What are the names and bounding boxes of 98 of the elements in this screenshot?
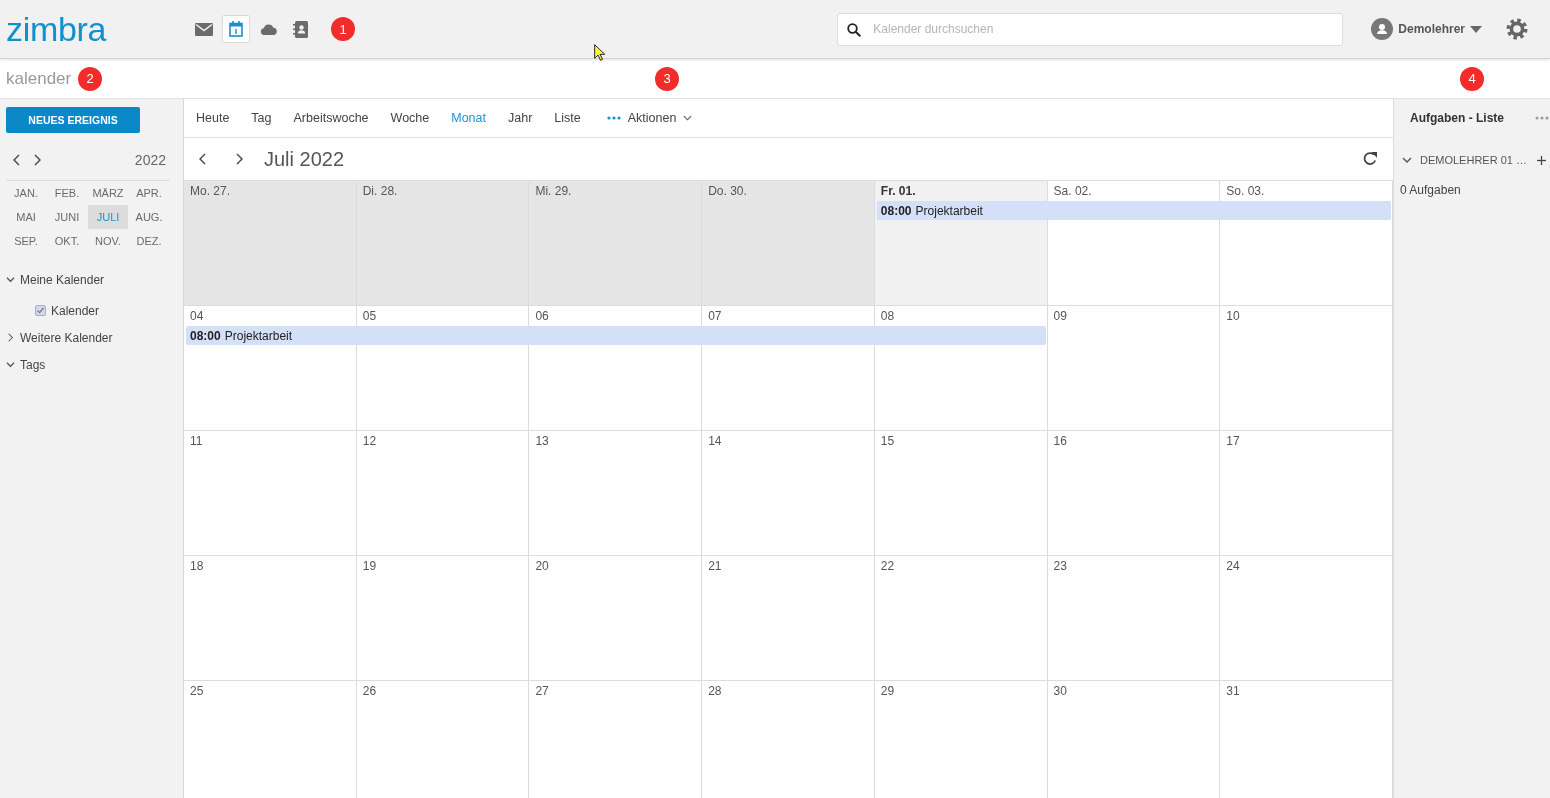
day-label: 12 bbox=[362, 434, 377, 448]
month-button[interactable]: MÄRZ bbox=[88, 181, 128, 205]
day-label: Mi. 29. bbox=[535, 184, 572, 198]
day-label: 09 bbox=[1053, 309, 1067, 323]
task-count: 0 Aufgaben bbox=[1400, 183, 1461, 197]
view-tab[interactable]: Jahr bbox=[508, 111, 533, 125]
day-label: Do. 30. bbox=[708, 184, 747, 198]
logo: zimbra bbox=[6, 10, 107, 48]
day-label: 19 bbox=[362, 559, 377, 573]
month-button[interactable]: JAN. bbox=[6, 181, 46, 205]
day-label: 29 bbox=[880, 684, 895, 698]
cloud-icon bbox=[259, 23, 277, 35]
day-label: 13 bbox=[535, 434, 549, 448]
day-label: 06 bbox=[535, 309, 549, 323]
chevron-right-icon[interactable] bbox=[33, 154, 42, 166]
folder-item[interactable]: Meine Kalender bbox=[6, 266, 177, 293]
annotation-marker: 3 bbox=[655, 66, 679, 91]
settings-icon[interactable] bbox=[1506, 18, 1528, 40]
month-button[interactable]: JUNI bbox=[47, 205, 87, 229]
chevron-icon[interactable] bbox=[6, 275, 15, 284]
day-label: 31 bbox=[1226, 684, 1240, 698]
year-label: 2022 bbox=[134, 152, 166, 168]
day-label: 16 bbox=[1053, 434, 1067, 448]
calendar-item[interactable]: Kalender bbox=[6, 297, 177, 324]
day-label: 24 bbox=[1226, 559, 1240, 573]
view-tab[interactable]: Monat bbox=[451, 111, 486, 125]
chevron-down-icon bbox=[683, 115, 693, 121]
folder-item[interactable]: Weitere Kalender bbox=[6, 324, 177, 351]
day-label: 10 bbox=[1226, 309, 1240, 323]
month-button[interactable]: SEP. bbox=[6, 229, 46, 253]
day-label: 21 bbox=[708, 559, 722, 573]
day-label: 25 bbox=[190, 684, 204, 698]
day-label: 15 bbox=[880, 434, 895, 448]
view-tab[interactable]: Tag bbox=[251, 111, 272, 125]
event-bar[interactable]: 08:00 Projektarbeit bbox=[186, 326, 1046, 345]
day-label: 27 bbox=[535, 684, 549, 698]
day-label: 20 bbox=[535, 559, 549, 573]
task-folder-label[interactable]: DEMOLEHRER 01 … bbox=[1420, 154, 1527, 166]
user-menu[interactable]: Demolehrer bbox=[1371, 18, 1482, 40]
day-label: 22 bbox=[880, 559, 895, 573]
panel-title: Aufgaben - Liste bbox=[1410, 111, 1504, 125]
day-label: Sa. 02. bbox=[1053, 184, 1092, 198]
refresh-icon[interactable] bbox=[1362, 151, 1378, 167]
day-label: Fr. 01. bbox=[880, 184, 916, 198]
month-button[interactable]: FEB. bbox=[47, 181, 87, 205]
month-title: Juli 2022 bbox=[264, 147, 345, 171]
new-event-button[interactable]: NEUES EREIGNIS bbox=[6, 107, 140, 133]
day-label: Mo. 27. bbox=[190, 184, 231, 198]
more-icon bbox=[606, 116, 621, 120]
search-icon bbox=[847, 22, 862, 37]
search-field[interactable]: Kalender durchsuchen bbox=[837, 12, 1344, 46]
view-tab[interactable]: Woche bbox=[390, 111, 430, 125]
next-month-icon[interactable] bbox=[235, 153, 244, 165]
month-button[interactable]: DEZ. bbox=[129, 229, 169, 253]
annotation-marker: 1 bbox=[331, 17, 355, 41]
checkbox[interactable] bbox=[35, 305, 46, 316]
view-tab[interactable]: Arbeitswoche bbox=[293, 111, 369, 125]
app-switcher-button[interactable] bbox=[222, 15, 250, 43]
chevron-left-icon[interactable] bbox=[12, 154, 21, 166]
previous-month-icon[interactable] bbox=[198, 153, 207, 165]
day-label: 26 bbox=[362, 684, 377, 698]
actions-menu[interactable]: Aktionen bbox=[606, 111, 693, 125]
cursor-icon bbox=[594, 44, 606, 61]
month-button[interactable]: OKT. bbox=[47, 229, 87, 253]
chevron-icon[interactable] bbox=[6, 360, 15, 369]
page-title: kalender bbox=[6, 68, 72, 89]
month-button[interactable]: AUG. bbox=[129, 205, 169, 229]
day-label: 28 bbox=[708, 684, 722, 698]
view-tab[interactable]: Heute bbox=[196, 111, 230, 125]
month-button[interactable]: MAI bbox=[6, 205, 46, 229]
day-label: 04 bbox=[190, 309, 204, 323]
more-icon[interactable] bbox=[1535, 116, 1549, 120]
day-label: 30 bbox=[1053, 684, 1067, 698]
annotation-marker: 2 bbox=[78, 66, 103, 91]
day-label: 17 bbox=[1226, 434, 1240, 448]
folder-item[interactable]: Tags bbox=[6, 351, 177, 378]
day-label: So. 03. bbox=[1226, 184, 1265, 198]
day-label: 23 bbox=[1053, 559, 1067, 573]
address-book-icon bbox=[292, 20, 308, 38]
day-label: Di. 28. bbox=[362, 184, 398, 198]
caret-icon bbox=[1470, 25, 1482, 33]
day-label: 11 bbox=[190, 434, 203, 448]
avatar-icon bbox=[1371, 18, 1394, 40]
day-label: 08 bbox=[880, 309, 895, 323]
chevron-icon[interactable] bbox=[6, 333, 15, 342]
chevron-icon[interactable] bbox=[1402, 155, 1412, 165]
event-bar[interactable]: 08:00 Projektarbeit bbox=[876, 201, 1391, 220]
annotation-marker: 4 bbox=[1460, 66, 1484, 91]
day-label: 18 bbox=[190, 559, 204, 573]
month-button[interactable]: NOV. bbox=[88, 229, 128, 253]
day-label: 07 bbox=[708, 309, 722, 323]
month-button[interactable]: APR. bbox=[129, 181, 169, 205]
envelope-icon bbox=[195, 22, 213, 36]
day-label: 05 bbox=[362, 309, 377, 323]
add-icon[interactable] bbox=[1537, 155, 1546, 165]
calendar-icon bbox=[229, 21, 243, 37]
view-tab[interactable]: Liste bbox=[554, 111, 581, 125]
day-label: 14 bbox=[708, 434, 722, 448]
